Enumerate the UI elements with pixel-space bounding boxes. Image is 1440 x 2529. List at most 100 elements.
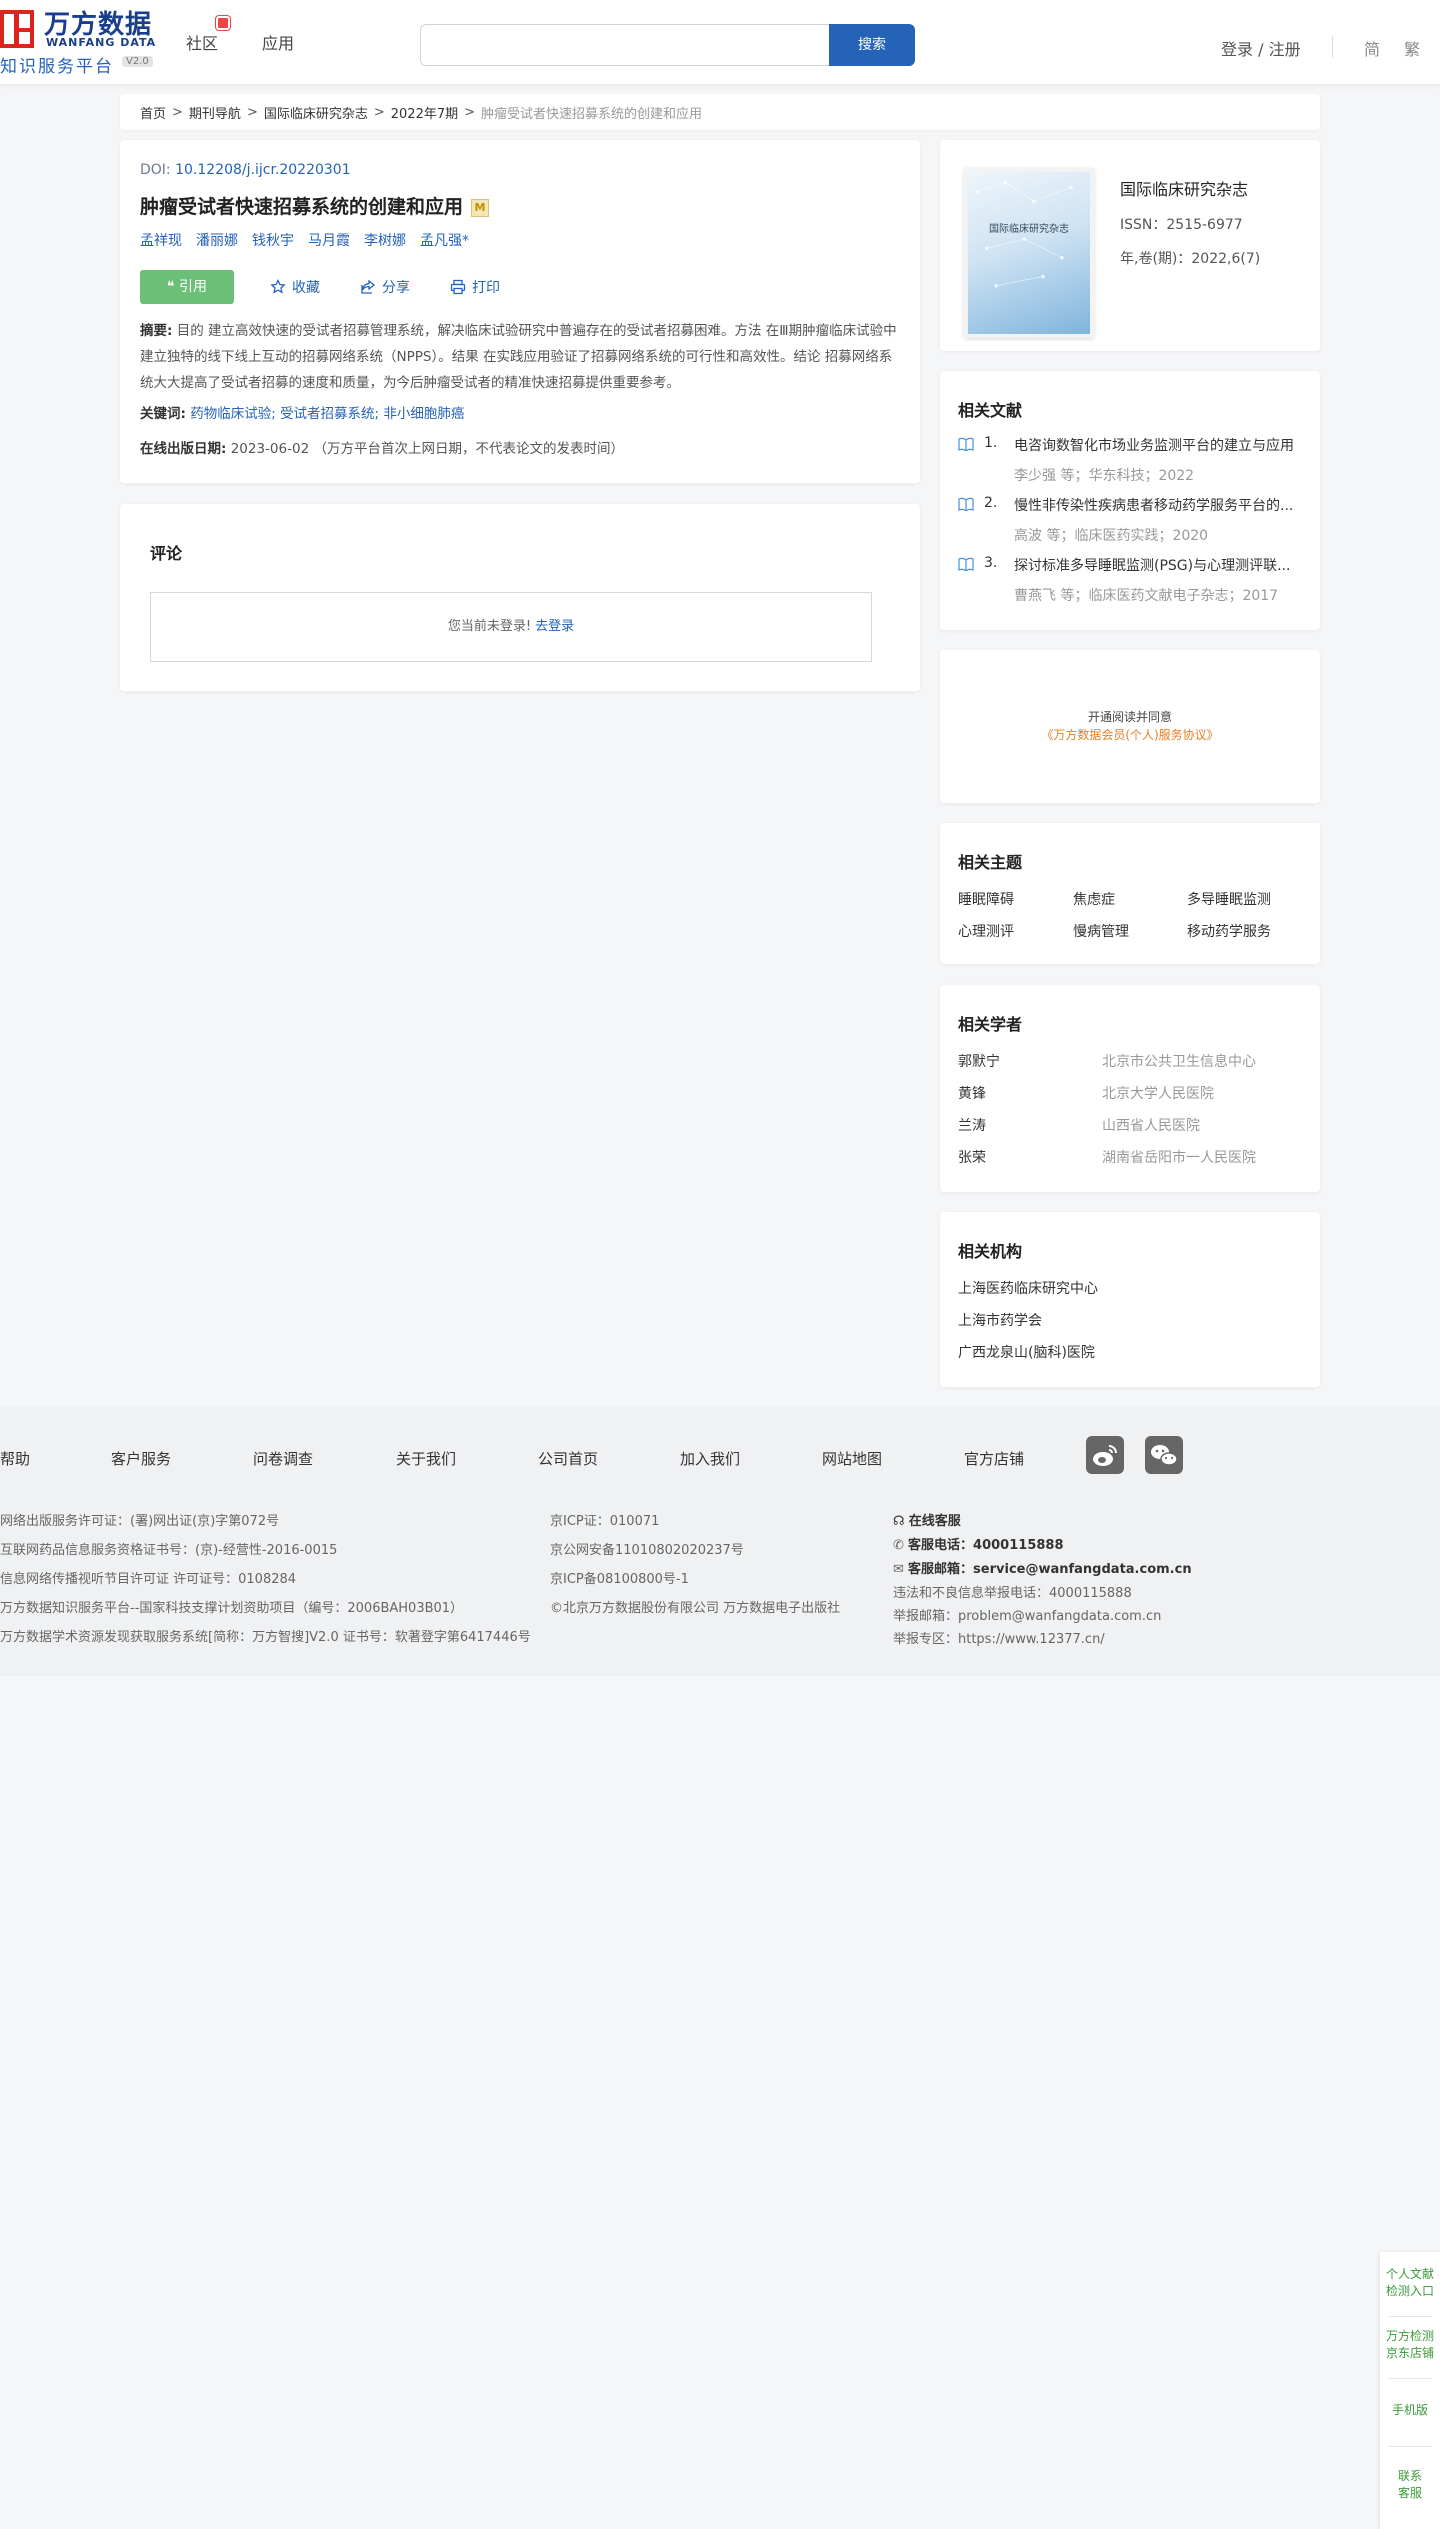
footer-link-about[interactable]: 关于我们 bbox=[396, 1448, 456, 1469]
floating-sidebar: 个人文献检测入口 万方检测京东店铺 手机版 联系客服 bbox=[1380, 2252, 1440, 2529]
cite-label: 引用 bbox=[178, 279, 207, 295]
share-label: 分享 bbox=[382, 280, 410, 296]
author-link[interactable]: 马月霞 bbox=[308, 230, 350, 250]
breadcrumb-issue[interactable]: 2022年7期 bbox=[391, 103, 458, 122]
related-scholars-card: 相关学者 郭默宁 北京市公共卫生信息中心 黄锋 北京大学人民医院 兰涛 山西省人… bbox=[940, 985, 1320, 1192]
cover-title: 国际临床研究杂志 bbox=[989, 224, 1069, 235]
service-agreement-link[interactable]: 《万方数据会员(个人)服务协议》 bbox=[940, 726, 1320, 743]
author-list: 孟祥现 潘丽娜 钱秋宇 马月霞 李树娜 孟凡强* bbox=[140, 230, 469, 250]
related-doc-title[interactable]: 慢性非传染性疾病患者移动药学服务平台的... bbox=[1014, 495, 1314, 515]
icp-text: 京ICP证：010071 bbox=[550, 1514, 660, 1529]
login-register-link[interactable]: 登录 / 注册 bbox=[1221, 36, 1301, 60]
footer-link-store[interactable]: 官方店铺 bbox=[964, 1448, 1024, 1469]
lang-simplified[interactable]: 简 bbox=[1364, 36, 1380, 60]
online-service-link[interactable]: ☊ 在线客服 bbox=[893, 1510, 1192, 1534]
footer-link-home[interactable]: 公司首页 bbox=[538, 1448, 598, 1469]
topic-link[interactable]: 心理测评 bbox=[958, 921, 1014, 941]
scholar-org: 北京大学人民医院 bbox=[1102, 1086, 1214, 1102]
collect-label: 收藏 bbox=[292, 280, 320, 296]
float-jd-store[interactable]: 万方检测京东店铺 bbox=[1380, 2328, 1440, 2362]
report-zone[interactable]: 举报专区：https://www.12377.cn/ bbox=[893, 1628, 1192, 1651]
share-icon bbox=[361, 279, 376, 294]
weibo-icon[interactable] bbox=[1086, 1436, 1124, 1474]
author-link[interactable]: 李树娜 bbox=[364, 230, 406, 250]
topic-link[interactable]: 多导睡眠监测 bbox=[1187, 889, 1271, 909]
author-link[interactable]: 钱秋宇 bbox=[252, 230, 294, 250]
not-logged-in-text: 您当前未登录! bbox=[447, 619, 532, 634]
author-link[interactable]: 孟祥现 bbox=[140, 230, 182, 250]
scholar-name[interactable]: 郭默宁 bbox=[958, 1051, 1000, 1071]
topic-link[interactable]: 慢病管理 bbox=[1073, 921, 1129, 941]
float-contact-service[interactable]: 联系客服 bbox=[1380, 2468, 1440, 2502]
breadcrumb-separator: > bbox=[464, 104, 476, 120]
promo-card: 开通阅读并同意 《万方数据会员(个人)服务协议》 bbox=[940, 650, 1320, 803]
logo[interactable]: 万方数据 WANFANG DATA 知识服务平台 V2.0 bbox=[0, 6, 160, 77]
journal-name-link[interactable]: 国际临床研究杂志 bbox=[1120, 176, 1248, 200]
footer-link-join[interactable]: 加入我们 bbox=[680, 1448, 740, 1469]
float-mobile[interactable]: 手机版 bbox=[1380, 2402, 1440, 2419]
keyword-link[interactable]: 受试者招募系统; bbox=[280, 406, 379, 422]
institution-link[interactable]: 上海医药临床研究中心 bbox=[958, 1278, 1098, 1298]
related-topics-title: 相关主题 bbox=[958, 853, 1023, 872]
share-button[interactable]: 分享 bbox=[360, 277, 410, 297]
doi-link[interactable]: 10.12208/j.ijcr.20220301 bbox=[175, 162, 351, 178]
journal-cover[interactable]: 国际临床研究杂志 bbox=[964, 168, 1094, 338]
keyword-link[interactable]: 非小细胞肺癌 bbox=[383, 406, 464, 422]
footer-link-service[interactable]: 客户服务 bbox=[111, 1448, 171, 1469]
copyright-text: ©北京万方数据股份有限公司 万方数据电子出版社 bbox=[550, 1601, 841, 1616]
breadcrumb-journal[interactable]: 国际临床研究杂志 bbox=[264, 103, 368, 122]
pubdate-label: 在线出版日期: bbox=[140, 441, 227, 457]
nav-apps[interactable]: 应用 bbox=[262, 30, 294, 54]
breadcrumb-journal-nav[interactable]: 期刊导航 bbox=[189, 103, 241, 122]
notification-badge bbox=[216, 16, 230, 30]
breadcrumb-separator: > bbox=[246, 104, 258, 120]
wechat-icon[interactable] bbox=[1145, 1436, 1183, 1474]
license-text: 信息网络传播视听节目许可证 许可证号：0108284 bbox=[0, 1572, 297, 1587]
author-link[interactable]: 孟凡强* bbox=[420, 230, 469, 250]
institution-link[interactable]: 广西龙泉山(脑科)医院 bbox=[958, 1342, 1095, 1362]
collect-button[interactable]: 收藏 bbox=[270, 277, 320, 297]
related-doc-meta: 曹燕飞 等；临床医药文献电子杂志；2017 bbox=[1014, 588, 1279, 604]
related-doc-meta: 高波 等；临床医药实践；2020 bbox=[1014, 528, 1209, 544]
scholar-name[interactable]: 兰涛 bbox=[958, 1115, 986, 1135]
keyword-link[interactable]: 药物临床试验; bbox=[190, 406, 276, 422]
lang-traditional[interactable]: 繁 bbox=[1404, 36, 1420, 60]
print-button[interactable]: 打印 bbox=[450, 277, 500, 297]
footer-link-survey[interactable]: 问卷调查 bbox=[253, 1448, 313, 1469]
related-doc-meta: 李少强 等；华东科技；2022 bbox=[1014, 468, 1195, 484]
footer-link-help[interactable]: 帮助 bbox=[0, 1448, 30, 1469]
star-icon bbox=[270, 279, 286, 294]
float-detection-entry[interactable]: 个人文献检测入口 bbox=[1380, 2266, 1440, 2300]
email-address: service@wanfangdata.com.cn bbox=[973, 1562, 1192, 1577]
related-doc-title[interactable]: 电咨询数智化市场业务监测平台的建立与应用 bbox=[1014, 435, 1314, 455]
headset-icon: ☊ bbox=[893, 1514, 909, 1529]
author-link[interactable]: 潘丽娜 bbox=[196, 230, 238, 250]
cite-button[interactable]: ❝ 引用 bbox=[140, 270, 234, 304]
cover-pattern-icon bbox=[975, 180, 1073, 288]
quote-icon: ❝ bbox=[167, 279, 179, 295]
topic-link[interactable]: 睡眠障碍 bbox=[958, 889, 1014, 909]
article-title: 肿瘤受试者快速招募系统的创建和应用 M bbox=[140, 192, 490, 219]
abstract: 摘要: 目的 建立高效快速的受试者招募管理系统，解决临床试验研究中普遍存在的受试… bbox=[140, 318, 900, 396]
scholar-name[interactable]: 张荣 bbox=[958, 1147, 986, 1167]
related-institutions-title: 相关机构 bbox=[958, 1242, 1023, 1261]
nav-community[interactable]: 社区 bbox=[186, 30, 218, 54]
doi-label: DOI: bbox=[140, 162, 171, 178]
search-input[interactable] bbox=[420, 24, 830, 66]
icp-text: 京公网安备11010802020237号 bbox=[550, 1543, 744, 1558]
topic-link[interactable]: 移动药学服务 bbox=[1187, 921, 1271, 941]
footer-contact: ☊ 在线客服 ✆ 客服电话：4000115888 ✉ 客服邮箱：service@… bbox=[893, 1510, 1192, 1651]
scholar-name[interactable]: 黄锋 bbox=[958, 1083, 986, 1103]
service-phone: ✆ 客服电话：4000115888 bbox=[893, 1534, 1192, 1558]
book-icon bbox=[958, 437, 974, 451]
topic-link[interactable]: 焦虑症 bbox=[1073, 889, 1115, 909]
footer-link-sitemap[interactable]: 网站地图 bbox=[822, 1448, 882, 1469]
breadcrumb-home[interactable]: 首页 bbox=[140, 103, 166, 122]
report-phone: 违法和不良信息举报电话：4000115888 bbox=[893, 1586, 1132, 1601]
go-login-link[interactable]: 去登录 bbox=[535, 619, 574, 634]
institution-link[interactable]: 上海市药学会 bbox=[958, 1310, 1042, 1330]
license-text: 互联网药品信息服务资格证书号：(京)-经营性-2016-0015 bbox=[0, 1543, 338, 1558]
search-button[interactable]: 搜索 bbox=[829, 24, 915, 66]
related-doc-title[interactable]: 探讨标准多导睡眠监测(PSG)与心理测评联... bbox=[1014, 555, 1314, 575]
header: 万方数据 WANFANG DATA 知识服务平台 V2.0 社区 应用 搜索 登… bbox=[0, 0, 1440, 84]
